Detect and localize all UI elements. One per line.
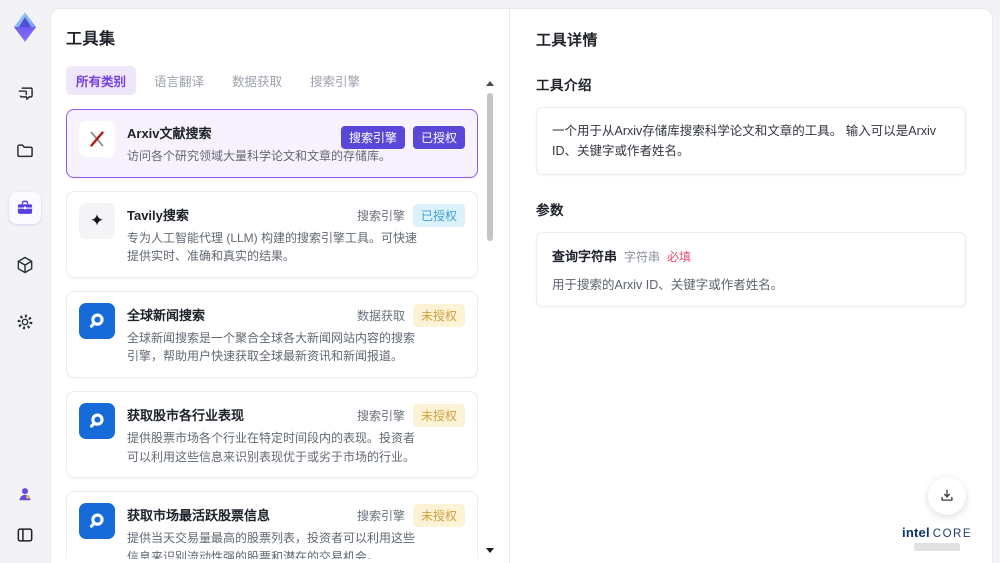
tool-card-sector-performance[interactable]: 获取股市各行业表现 提供股票市场各个行业在特定时间段内的表现。投资者可以利用这些… [66, 390, 478, 479]
sidebar-item-chat[interactable] [9, 78, 41, 110]
category-badge: 搜索引擎 [340, 126, 405, 149]
tool-badges: 数据获取 未授权 [356, 303, 465, 327]
param-type: 字符串 [624, 250, 661, 264]
tool-card-global-news[interactable]: 全球新闻搜索 全球新闻搜索是一个聚合全球各大新闻网站内容的搜索引擎，帮助用户快速… [66, 290, 478, 378]
list-scrollbar [485, 81, 495, 553]
intel-core-logo: intel CORE [902, 525, 972, 551]
auth-badge: 已授权 [412, 203, 465, 227]
tool-card-most-active-stocks[interactable]: 获取市场最活跃股票信息 提供当天交易量最高的股票列表，投资者可以利用这些信息来识… [66, 491, 478, 559]
tool-description: 提供股票市场各个行业在特定时间段内的表现。投资者可以利用这些信息来识别表现优于或… [127, 430, 416, 464]
gem-logo-icon [13, 12, 37, 42]
category-label: 搜索引擎 [356, 408, 405, 423]
category-label: 数据获取 [356, 308, 405, 323]
tab-translation[interactable]: 语言翻译 [144, 66, 214, 95]
tab-data-fetch[interactable]: 数据获取 [222, 66, 292, 95]
sidebar-bottom [9, 478, 41, 563]
auth-badge: 未授权 [412, 303, 465, 327]
download-icon [941, 489, 953, 501]
panel-toggle-icon [17, 528, 33, 542]
tool-description: 提供当天交易量最高的股票列表，投资者可以利用这些信息来识别流动性强的股票和潜在的… [127, 531, 416, 559]
detail-title: 工具详情 [536, 32, 599, 49]
category-label: 搜索引擎 [356, 208, 405, 223]
cube-icon [17, 256, 33, 274]
intro-heading: 工具介绍 [536, 78, 592, 93]
tool-badges: 搜索引擎 未授权 [356, 403, 465, 427]
brand-subtext-bar [914, 543, 961, 551]
param-description: 用于搜索的Arxiv ID、关键字或作者姓名。 [552, 278, 784, 292]
app-logo[interactable] [8, 8, 42, 46]
folder-icon [17, 144, 33, 158]
tool-detail-panel: 工具详情 工具介绍 一个用于从Arxiv存储库搜索科学论文和文章的工具。 输入可… [509, 9, 992, 563]
download-button[interactable] [928, 477, 966, 515]
tool-description: 全球新闻搜索是一个聚合全球各大新闻网站内容的搜索引擎，帮助用户快速获取全球最新资… [127, 330, 416, 364]
tool-list: Arxiv文献搜索 访问各个研究领域大量科学论文和文章的存储库。 搜索引擎 已授… [66, 109, 478, 559]
arxiv-icon [79, 121, 115, 157]
sidebar-item-packages[interactable] [9, 249, 41, 281]
news-search-icon [79, 503, 115, 540]
auth-badge: 未授权 [412, 504, 465, 528]
news-search-icon [79, 302, 115, 339]
intro-text: 一个用于从Arxiv存储库搜索科学论文和文章的工具。 输入可以是Arxiv ID… [536, 107, 966, 175]
tab-all-categories[interactable]: 所有类别 [66, 66, 137, 95]
tool-badges: 搜索引擎 已授权 [340, 126, 465, 149]
tool-badges: 搜索引擎 未授权 [356, 504, 465, 528]
tool-list-panel: 工具集 所有类别 语言翻译 数据获取 搜索引擎 Arxiv文献搜索 访问各个研究… [51, 9, 509, 563]
page-title: 工具集 [66, 31, 116, 48]
param-header: 查询字符串 字符串 必填 [552, 246, 950, 265]
app-sidebar [0, 0, 50, 563]
sidebar-item-files[interactable] [9, 135, 41, 167]
app-content: 工具集 所有类别 语言翻译 数据获取 搜索引擎 Arxiv文献搜索 访问各个研究… [50, 8, 993, 563]
tool-badges: 搜索引擎 已授权 [356, 203, 465, 227]
param-card: 查询字符串 字符串 必填 用于搜索的Arxiv ID、关键字或作者姓名。 [536, 232, 966, 307]
scroll-down-arrow[interactable] [486, 548, 494, 553]
briefcase-icon [17, 200, 33, 214]
scroll-up-arrow[interactable] [486, 81, 494, 86]
sidebar-item-panel-toggle[interactable] [9, 519, 41, 551]
tool-description: 访问各个研究领域大量科学论文和文章的存储库。 [127, 149, 392, 163]
scrollbar-thumb[interactable] [487, 93, 493, 241]
brand-intel: intel [902, 525, 930, 540]
category-tabs: 所有类别 语言翻译 数据获取 搜索引擎 [66, 66, 509, 95]
news-search-icon [79, 402, 115, 439]
tool-description: 专为人工智能代理 (LLM) 构建的搜索引擎工具。可快速提供实时、准确和真实的结… [127, 230, 418, 264]
category-label: 搜索引擎 [356, 509, 405, 524]
param-required-flag: 必填 [667, 250, 692, 264]
tool-card-arxiv[interactable]: Arxiv文献搜索 访问各个研究领域大量科学论文和文章的存储库。 搜索引擎 已授… [66, 109, 478, 178]
params-heading: 参数 [536, 203, 564, 218]
auth-badge: 未授权 [412, 403, 465, 427]
avatar-icon [19, 488, 31, 501]
sidebar-item-settings[interactable] [9, 306, 41, 338]
brand-core: CORE [932, 528, 972, 540]
gear-icon [17, 314, 33, 330]
auth-badge: 已授权 [412, 126, 465, 149]
chat-icon [18, 87, 33, 101]
tab-search-engine[interactable]: 搜索引擎 [300, 66, 370, 95]
sidebar-item-profile[interactable] [9, 478, 41, 510]
param-name: 查询字符串 [552, 249, 618, 264]
sidebar-nav [9, 78, 41, 338]
sidebar-item-tools[interactable] [9, 192, 41, 224]
tool-card-tavily[interactable]: ✦ Tavily搜索 专为人工智能代理 (LLM) 构建的搜索引擎工具。可快速提… [66, 190, 478, 278]
tavily-star-icon: ✦ [79, 202, 115, 239]
